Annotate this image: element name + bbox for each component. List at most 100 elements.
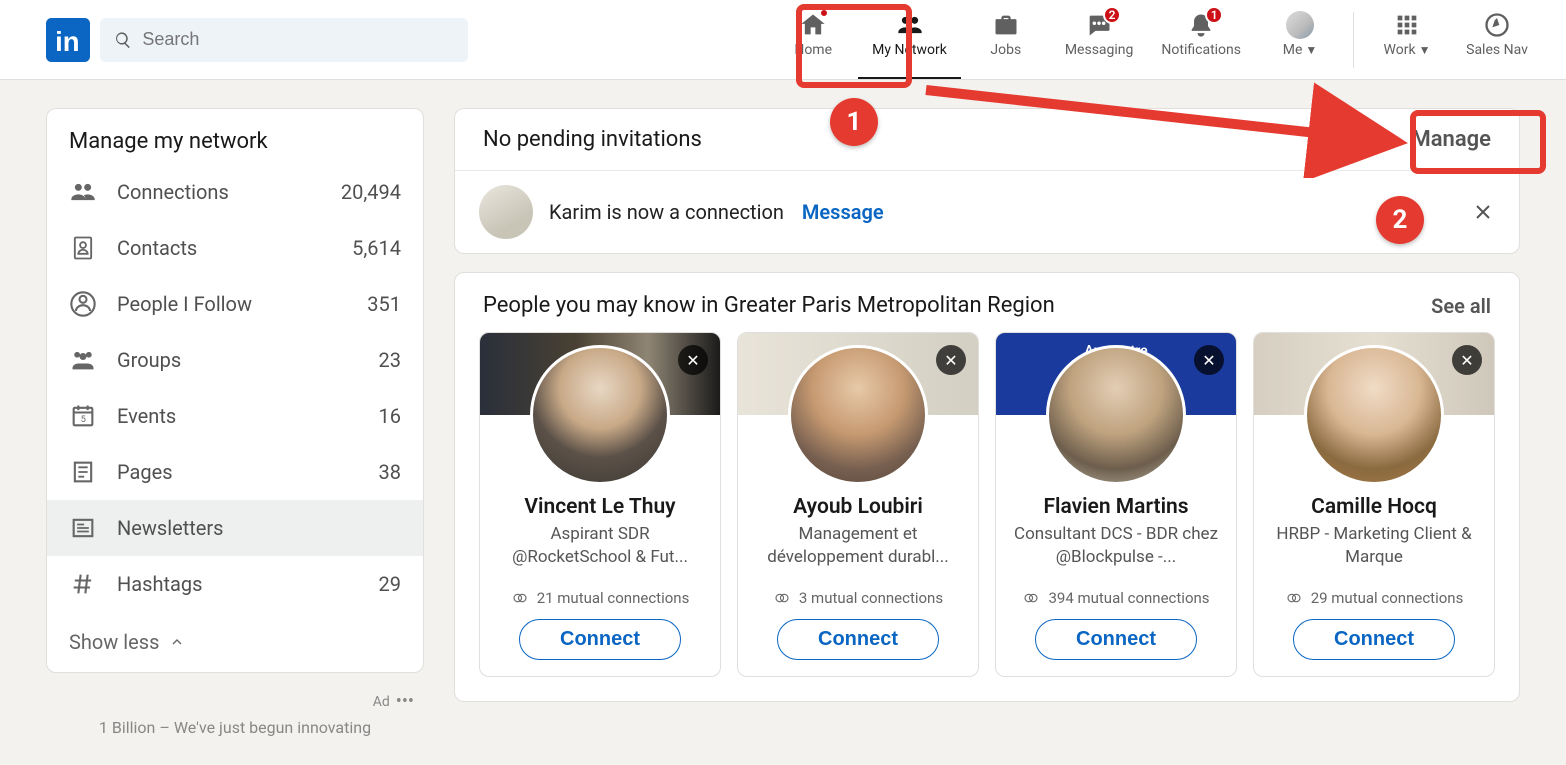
- briefcase-icon: [992, 11, 1020, 39]
- nav-me-label: Me▼: [1283, 42, 1318, 58]
- sidebar-count: 23: [379, 348, 401, 372]
- mutual-text: 3 mutual connections: [799, 589, 943, 607]
- notifications-badge: 1: [1205, 6, 1223, 24]
- ad-tagline: 1 Billion – We've just begun innovating: [46, 718, 424, 737]
- sidebar-item-following[interactable]: People I Follow 351: [47, 276, 423, 332]
- person-name[interactable]: Camille Hocq: [1301, 495, 1447, 519]
- person-card: Au c votre ✕ Flavien Martins Consultant …: [995, 332, 1237, 677]
- home-badge: [819, 8, 829, 18]
- person-subtitle: Aspirant SDR @RocketSchool & Fut...: [480, 519, 720, 571]
- mutual-icon: [1285, 589, 1303, 607]
- nav-home[interactable]: Home: [768, 0, 858, 79]
- pymk-title: People you may know in Greater Paris Met…: [483, 293, 1055, 318]
- connection-avatar[interactable]: [479, 185, 533, 239]
- mutual-row: 3 mutual connections: [763, 589, 953, 607]
- nav-network-label: My Network: [872, 42, 947, 58]
- invitations-header: No pending invitations: [483, 127, 702, 152]
- new-connection-row: Karim is now a connection Message: [455, 171, 1519, 253]
- mutual-row: 29 mutual connections: [1275, 589, 1474, 607]
- sidebar-count: 38: [379, 460, 401, 484]
- sidebar-item-pages[interactable]: Pages 38: [47, 444, 423, 500]
- nav-jobs[interactable]: Jobs: [961, 0, 1051, 79]
- dismiss-icon[interactable]: ✕: [1194, 345, 1224, 375]
- person-avatar[interactable]: [530, 345, 670, 485]
- person-name[interactable]: Vincent Le Thuy: [514, 495, 685, 519]
- linkedin-logo[interactable]: in: [46, 18, 90, 62]
- nav-messaging[interactable]: 2 Messaging: [1051, 0, 1148, 79]
- caret-down-icon: ▼: [1305, 43, 1317, 57]
- message-link[interactable]: Message: [802, 200, 884, 224]
- nav-divider: [1353, 12, 1354, 68]
- search-box[interactable]: [100, 18, 468, 62]
- sidebar-label: Contacts: [117, 236, 352, 260]
- nav-salesnav[interactable]: Sales Nav: [1452, 0, 1542, 79]
- person-name[interactable]: Flavien Martins: [1033, 495, 1198, 519]
- nav-avatar: [1286, 11, 1314, 39]
- sidebar-item-newsletters[interactable]: Newsletters: [47, 500, 423, 556]
- connect-button[interactable]: Connect: [777, 619, 939, 660]
- nav-work-label: Work▼: [1384, 42, 1431, 58]
- people-icon: [69, 178, 97, 206]
- dismiss-icon[interactable]: ✕: [678, 345, 708, 375]
- nav-work[interactable]: Work▼: [1362, 0, 1452, 79]
- dismiss-icon[interactable]: ✕: [1452, 345, 1482, 375]
- connect-button[interactable]: Connect: [1293, 619, 1455, 660]
- mutual-icon: [1022, 589, 1040, 607]
- sidebar-count: 16: [379, 404, 401, 428]
- caret-down-icon: ▼: [1419, 43, 1431, 57]
- nav-items: Home My Network Jobs 2 Messaging 1 Notif…: [768, 0, 1542, 79]
- mutual-text: 21 mutual connections: [537, 589, 690, 607]
- mutual-icon: [511, 589, 529, 607]
- invitations-card: No pending invitations Manage Karim is n…: [454, 108, 1520, 254]
- linkedin-logo-icon: in: [46, 18, 90, 62]
- see-all-button[interactable]: See all: [1431, 294, 1491, 318]
- show-less-button[interactable]: Show less: [47, 612, 423, 672]
- nav-home-label: Home: [794, 42, 832, 58]
- connect-button[interactable]: Connect: [519, 619, 681, 660]
- sidebar-label: People I Follow: [117, 292, 367, 316]
- manage-network-card: Manage my network Connections 20,494 Con…: [46, 108, 424, 673]
- close-icon[interactable]: [1471, 200, 1495, 224]
- sidebar-title: Manage my network: [47, 109, 423, 164]
- person-card: ✕ Vincent Le Thuy Aspirant SDR @RocketSc…: [479, 332, 721, 677]
- sidebar-item-hashtags[interactable]: Hashtags 29: [47, 556, 423, 612]
- search-input[interactable]: [142, 29, 454, 50]
- pymk-card: People you may know in Greater Paris Met…: [454, 272, 1520, 702]
- sidebar-item-groups[interactable]: Groups 23: [47, 332, 423, 388]
- sidebar-label: Connections: [117, 180, 341, 204]
- connect-button[interactable]: Connect: [1035, 619, 1197, 660]
- nav-me[interactable]: Me▼: [1255, 0, 1345, 79]
- nav-network[interactable]: My Network: [858, 0, 961, 79]
- follow-icon: [69, 290, 97, 318]
- nav-notifications[interactable]: 1 Notifications: [1147, 0, 1255, 79]
- sidebar-count: 29: [379, 572, 401, 596]
- sidebar-item-contacts[interactable]: Contacts 5,614: [47, 220, 423, 276]
- hashtag-icon: [69, 570, 97, 598]
- compass-icon: [1483, 11, 1511, 39]
- sidebar-item-connections[interactable]: Connections 20,494: [47, 164, 423, 220]
- person-name[interactable]: Ayoub Loubiri: [783, 495, 933, 519]
- search-icon: [114, 30, 132, 50]
- contacts-icon: [69, 234, 97, 262]
- sidebar-label: Groups: [117, 348, 379, 372]
- sidebar-item-events[interactable]: 5 Events 16: [47, 388, 423, 444]
- svg-text:in: in: [55, 26, 79, 57]
- nav-salesnav-label: Sales Nav: [1466, 42, 1528, 58]
- mutual-icon: [773, 589, 791, 607]
- person-avatar[interactable]: [1046, 345, 1186, 485]
- person-avatar[interactable]: [1304, 345, 1444, 485]
- person-subtitle: HRBP - Marketing Client & Marque: [1254, 519, 1494, 571]
- manage-button[interactable]: Manage: [1411, 127, 1491, 152]
- groups-icon: [69, 346, 97, 374]
- pages-icon: [69, 458, 97, 486]
- dismiss-icon[interactable]: ✕: [936, 345, 966, 375]
- ad-menu-icon[interactable]: •••: [396, 691, 414, 712]
- person-card: ✕ Camille Hocq HRBP - Marketing Client &…: [1253, 332, 1495, 677]
- show-less-label: Show less: [69, 630, 159, 654]
- newsletter-icon: [69, 514, 97, 542]
- nav-jobs-label: Jobs: [990, 42, 1021, 58]
- sidebar-label: Pages: [117, 460, 379, 484]
- person-avatar[interactable]: [788, 345, 928, 485]
- nav-messaging-label: Messaging: [1065, 42, 1134, 58]
- ad-label: Ad: [373, 694, 390, 710]
